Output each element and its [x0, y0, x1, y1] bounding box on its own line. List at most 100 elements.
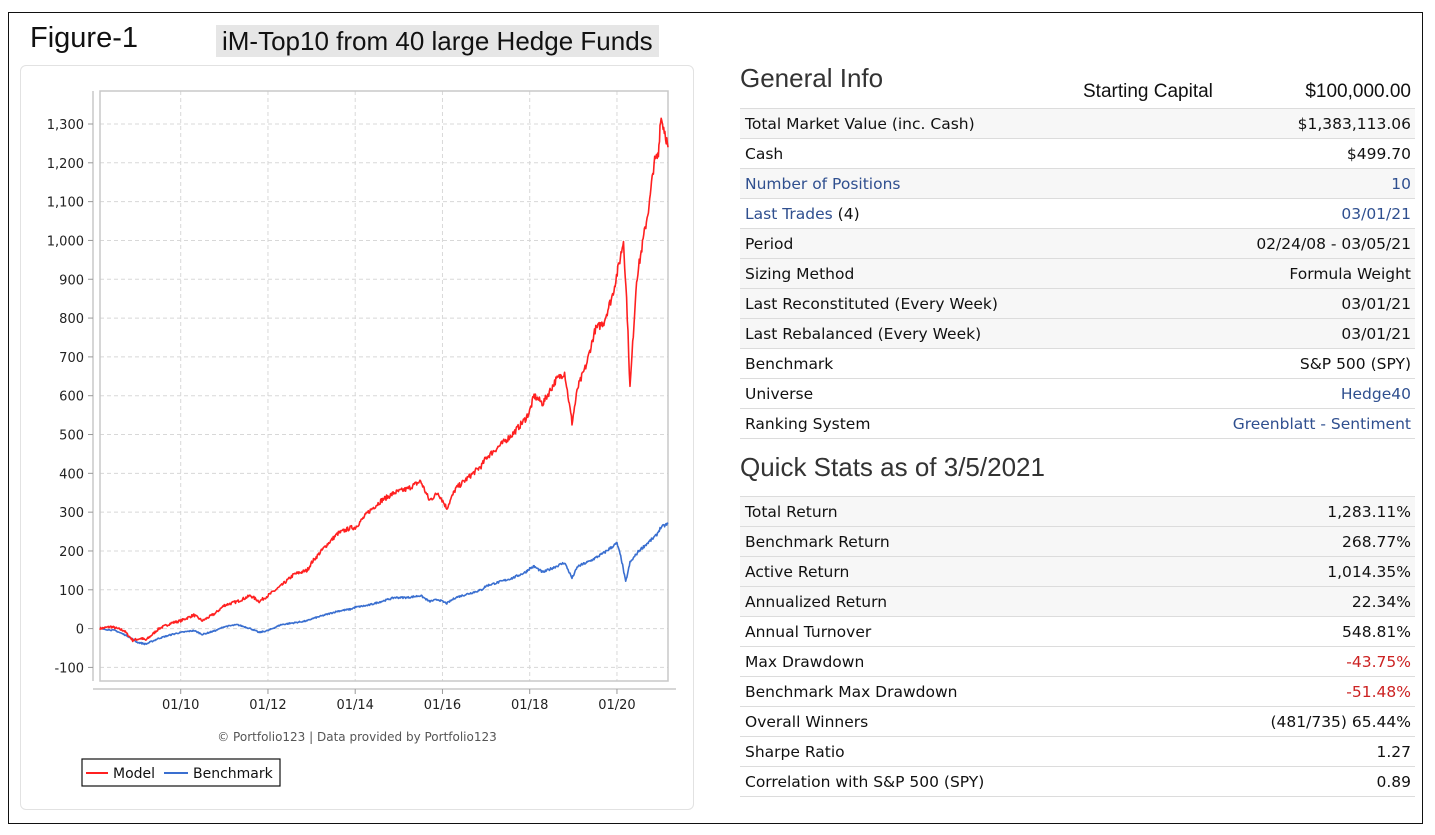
- info-row-benchmark: Benchmark S&P 500 (SPY): [740, 348, 1415, 379]
- stat-label: Total Return: [740, 496, 1162, 527]
- starting-capital-label: Starting Capital: [1083, 81, 1213, 102]
- info-row-last-rebalanced: Last Rebalanced (Every Week) 03/01/21: [740, 318, 1415, 349]
- stat-label: Correlation with S&P 500 (SPY): [740, 766, 1162, 797]
- info-value: $1,383,113.06: [1133, 108, 1415, 139]
- x-tick-label: 01/10: [162, 698, 199, 713]
- stat-label: Annualized Return: [740, 586, 1162, 617]
- info-value: Formula Weight: [1133, 258, 1415, 289]
- info-label: Total Market Value (inc. Cash): [740, 108, 1134, 139]
- stat-value: 548.81%: [1161, 616, 1415, 647]
- chart-legend: Model Benchmark: [81, 758, 281, 787]
- quick-stats-title: Quick Stats as of 3/5/2021: [740, 452, 1045, 482]
- info-label: Last Reconstituted (Every Week): [740, 288, 1134, 319]
- y-tick-label: 200: [59, 545, 84, 560]
- info-row-last-reconstituted: Last Reconstituted (Every Week) 03/01/21: [740, 288, 1415, 319]
- stat-label: Max Drawdown: [740, 646, 1162, 677]
- info-row-last-trades: Last Trades (4) 03/01/21: [740, 198, 1415, 229]
- stat-row-active-return: Active Return 1,014.35%: [740, 556, 1415, 587]
- stat-value-negative: -43.75%: [1161, 646, 1415, 677]
- y-tick-label: 1,200: [47, 157, 84, 172]
- stat-label: Sharpe Ratio: [740, 736, 1162, 767]
- info-row-universe: Universe Hedge40: [740, 378, 1415, 409]
- x-tick-label: 01/18: [511, 698, 548, 713]
- last-trades-count: (4): [832, 204, 860, 223]
- info-label: Sizing Method: [740, 258, 1134, 289]
- info-value: 03/01/21: [1133, 318, 1415, 349]
- stat-row-sharpe-ratio: Sharpe Ratio 1.27: [740, 736, 1415, 767]
- stat-row-total-return: Total Return 1,283.11%: [740, 496, 1415, 527]
- info-label: Benchmark: [740, 348, 1134, 379]
- y-tick-label: 300: [59, 506, 84, 521]
- x-tick-label: 01/12: [249, 698, 286, 713]
- stat-value: 1.27: [1161, 736, 1415, 767]
- x-tick-label: 01/16: [424, 698, 461, 713]
- y-tick-label: -100: [54, 661, 84, 676]
- stat-value: 1,014.35%: [1161, 556, 1415, 587]
- info-row-ranking-system: Ranking System Greenblatt - Sentiment: [740, 408, 1415, 439]
- info-value: 02/24/08 - 03/05/21: [1133, 228, 1415, 259]
- stat-row-overall-winners: Overall Winners (481/735) 65.44%: [740, 706, 1415, 737]
- info-row-number-of-positions: Number of Positions 10: [740, 168, 1415, 199]
- number-of-positions-link[interactable]: Number of Positions: [745, 175, 900, 193]
- info-label: Cash: [740, 138, 1134, 169]
- info-value: S&P 500 (SPY): [1133, 348, 1415, 379]
- starting-capital-value: $100,000.00: [1305, 81, 1411, 102]
- performance-chart: -100 0 100 200 300 400 500 600 700 800 900 1,000 1,1…: [47, 90, 676, 787]
- stat-value: (481/735) 65.44%: [1161, 706, 1415, 737]
- last-trades-date-link[interactable]: 03/01/21: [1341, 205, 1411, 223]
- stat-row-max-drawdown: Max Drawdown -43.75%: [740, 646, 1415, 677]
- info-row-sizing-method: Sizing Method Formula Weight: [740, 258, 1415, 289]
- y-tick-label: 1,000: [47, 234, 84, 249]
- info-label: Period: [740, 228, 1134, 259]
- y-tick-label: 1,100: [47, 196, 84, 211]
- stat-label: Annual Turnover: [740, 616, 1162, 647]
- y-tick-label: 600: [59, 390, 84, 405]
- info-label: Universe: [740, 378, 1134, 409]
- ranking-system-link[interactable]: Greenblatt - Sentiment: [1233, 415, 1411, 433]
- stat-label: Overall Winners: [740, 706, 1162, 737]
- y-tick-label: 400: [59, 467, 84, 482]
- stat-row-annualized-return: Annualized Return 22.34%: [740, 586, 1415, 617]
- stat-row-correlation: Correlation with S&P 500 (SPY) 0.89: [740, 766, 1415, 797]
- last-trades-link[interactable]: Last Trades: [745, 205, 833, 223]
- stat-value: 1,283.11%: [1161, 496, 1415, 527]
- stat-row-annual-turnover: Annual Turnover 548.81%: [740, 616, 1415, 647]
- stat-value-negative: -51.48%: [1161, 676, 1415, 707]
- legend-label-benchmark: Benchmark: [193, 766, 274, 782]
- plot-area: [99, 90, 669, 682]
- y-tick-label: 800: [59, 312, 84, 327]
- info-row-total-market-value: Total Market Value (inc. Cash) $1,383,11…: [740, 108, 1415, 139]
- y-tick-label: 900: [59, 273, 84, 288]
- x-axis-ticks: 01/10 01/12 01/14 01/16 01/18 01/20: [162, 689, 636, 713]
- y-axis-ticks: -100 0 100 200 300 400 500 600 700 800 900 1,000 1,1…: [47, 118, 93, 676]
- stat-label: Benchmark Return: [740, 526, 1162, 557]
- y-tick-label: 0: [76, 623, 84, 638]
- stat-label: Active Return: [740, 556, 1162, 587]
- stat-row-benchmark-return: Benchmark Return 268.77%: [740, 526, 1415, 557]
- x-tick-label: 01/14: [336, 698, 373, 713]
- y-tick-label: 700: [59, 351, 84, 366]
- info-value: 03/01/21: [1133, 288, 1415, 319]
- info-label: Last Rebalanced (Every Week): [740, 318, 1134, 349]
- chart-series: [99, 117, 669, 646]
- x-tick-label: 01/20: [598, 698, 635, 713]
- y-tick-label: 500: [59, 429, 84, 444]
- general-info-title: General Info: [740, 63, 884, 93]
- stat-value: 22.34%: [1161, 586, 1415, 617]
- y-tick-label: 100: [59, 584, 84, 599]
- series-line-benchmark: [99, 522, 669, 646]
- chart-grid: [100, 91, 668, 681]
- legend-label-model: Model: [113, 766, 155, 782]
- stat-value: 0.89: [1161, 766, 1415, 797]
- info-row-period: Period 02/24/08 - 03/05/21: [740, 228, 1415, 259]
- quick-stats-table: Total Return 1,283.11% Benchmark Return …: [740, 496, 1415, 797]
- info-row-cash: Cash $499.70: [740, 138, 1415, 169]
- chart-credit: © Portfolio123 | Data provided by Portfo…: [217, 730, 497, 744]
- number-of-positions-value-link[interactable]: 10: [1391, 175, 1411, 193]
- y-tick-label: 1,300: [47, 118, 84, 133]
- stat-row-benchmark-max-drawdown: Benchmark Max Drawdown -51.48%: [740, 676, 1415, 707]
- general-info-table: Total Market Value (inc. Cash) $1,383,11…: [740, 108, 1415, 439]
- stat-label: Benchmark Max Drawdown: [740, 676, 1162, 707]
- stat-value: 268.77%: [1161, 526, 1415, 557]
- universe-link[interactable]: Hedge40: [1341, 385, 1411, 403]
